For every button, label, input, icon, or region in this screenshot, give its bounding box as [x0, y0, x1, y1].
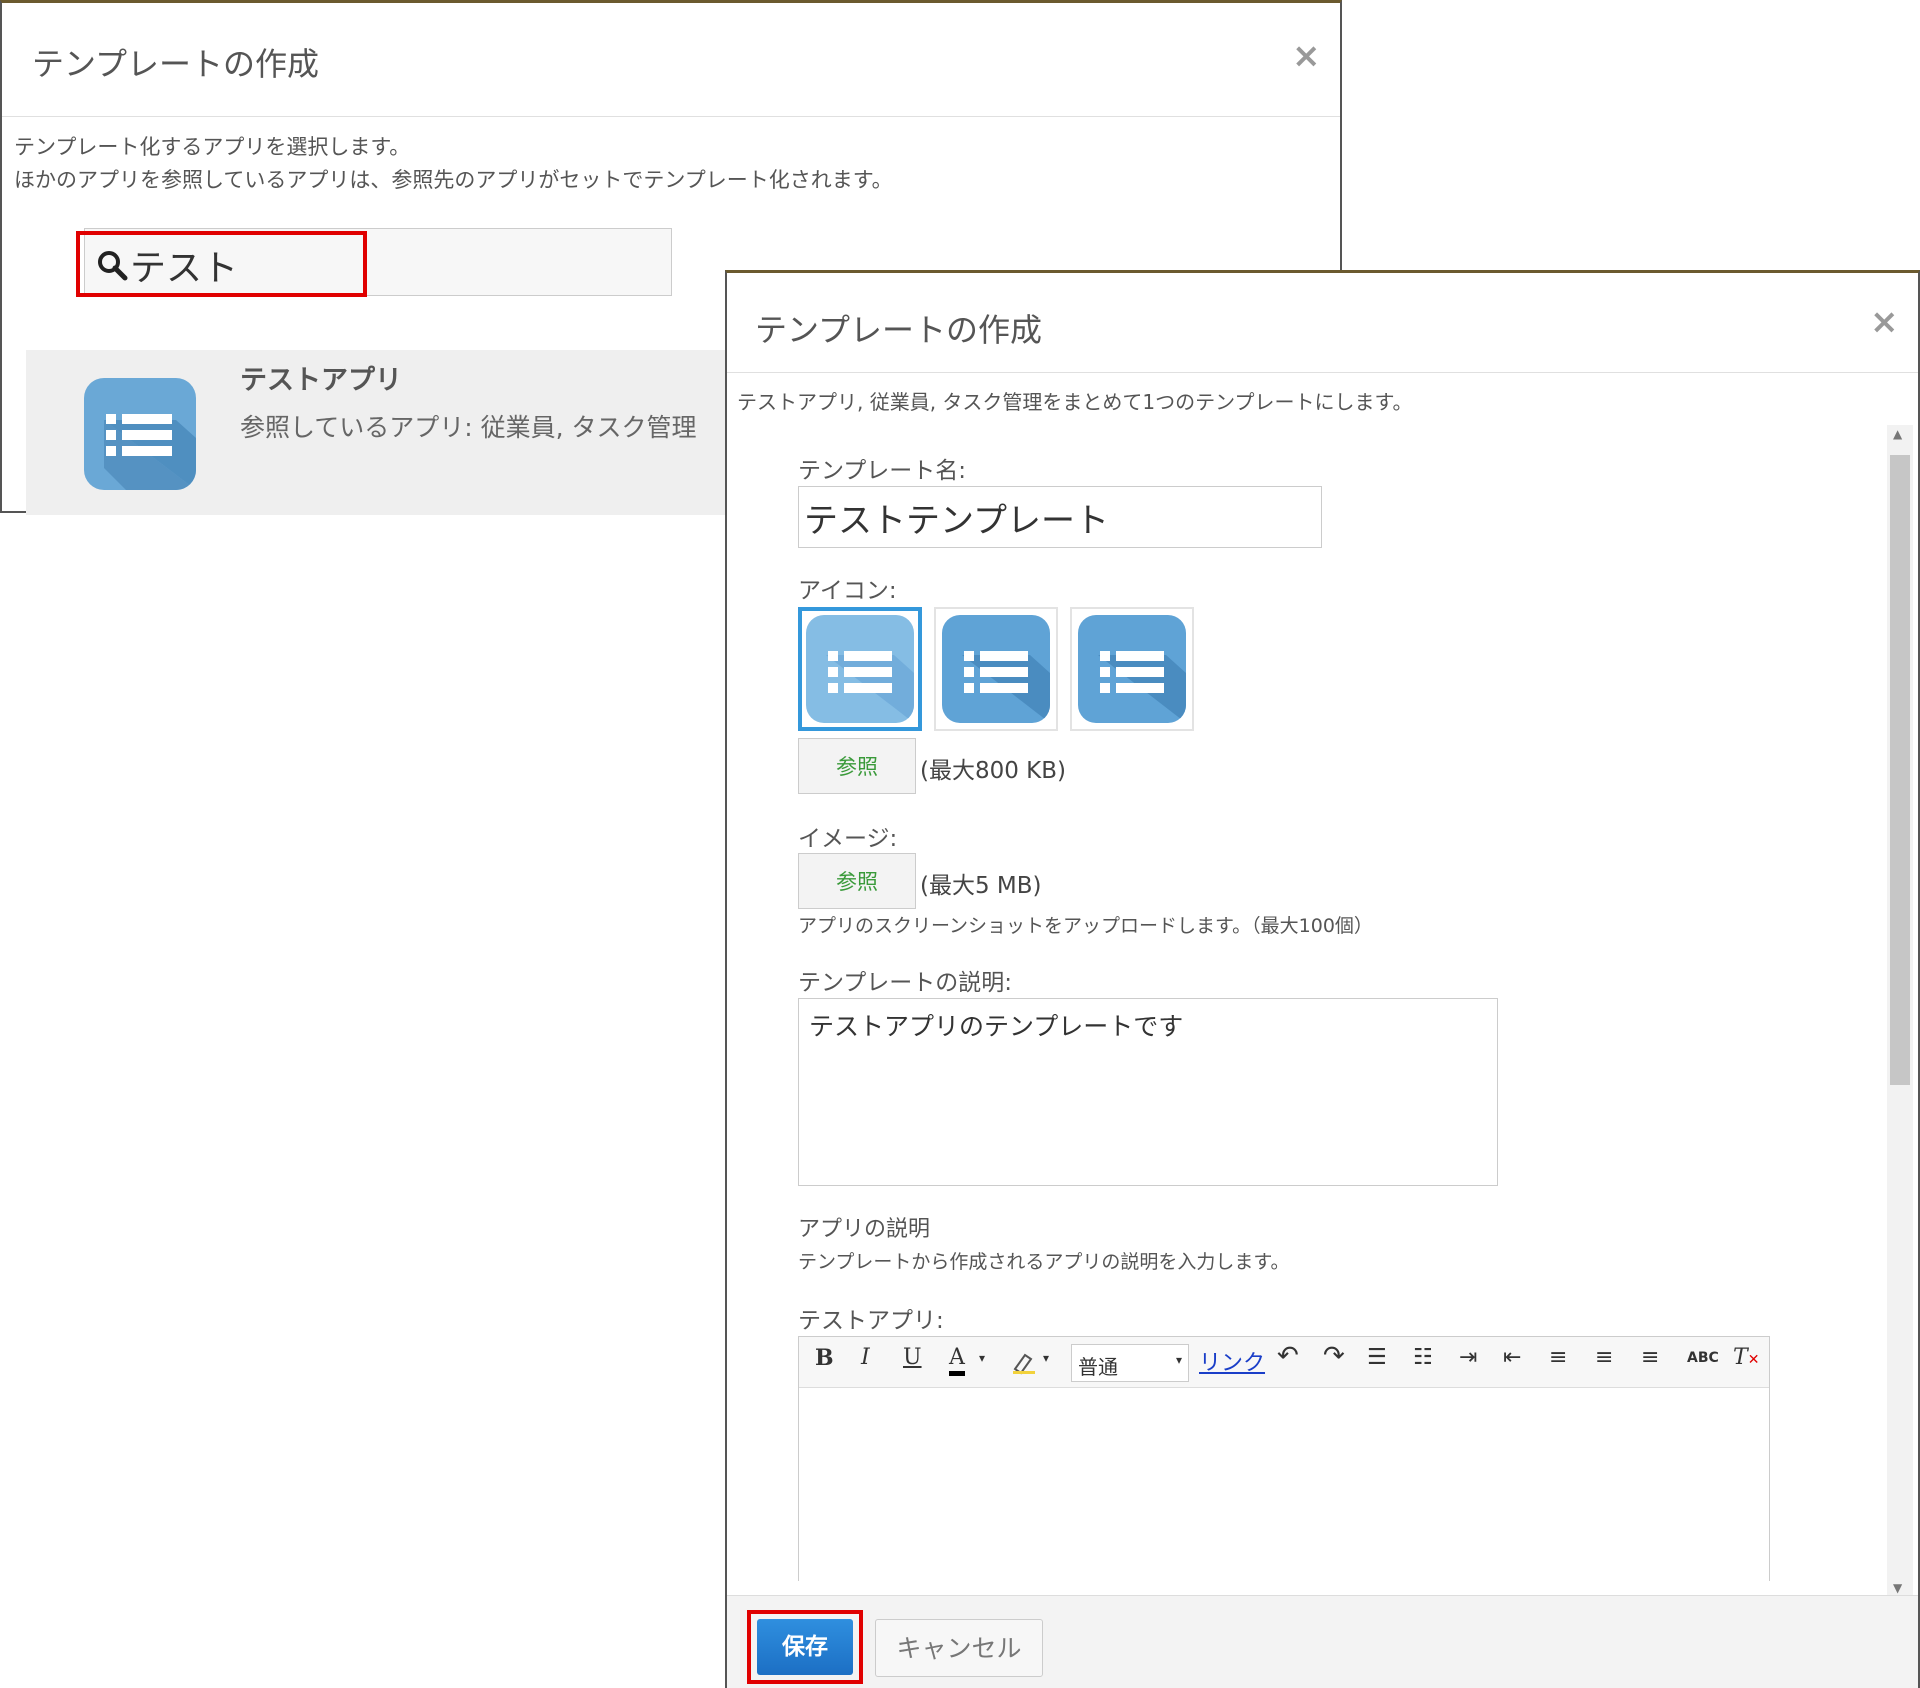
image-label: イメージ: — [798, 826, 898, 852]
icon-label: アイコン: — [798, 578, 897, 604]
instruction-text: テンプレート化するアプリを選択します。 — [14, 135, 411, 159]
intro-text: テストアプリ, 従業員, タスク管理をまとめて1つのテンプレートにします。 — [737, 390, 1413, 414]
italic-button[interactable]: I — [861, 1345, 870, 1370]
bold-button[interactable]: B — [815, 1345, 834, 1371]
clear-format-icon[interactable]: T✕ — [1733, 1345, 1759, 1370]
list-icon — [806, 615, 914, 723]
image-browse-button[interactable]: 参照 — [798, 853, 916, 909]
scrollbar[interactable]: ▲ ▼ — [1887, 425, 1913, 1597]
align-left-icon[interactable]: ≡ — [1549, 1345, 1567, 1370]
indent-icon[interactable]: ⇥ — [1459, 1345, 1477, 1370]
icon-size-note: (最大800 KB) — [920, 758, 1067, 784]
list-icon — [104, 414, 196, 490]
icon-choice-1[interactable] — [798, 607, 922, 731]
instruction-text-2: ほかのアプリを参照しているアプリは、参照先のアプリがセットでテンプレート化されま… — [14, 168, 893, 192]
format-select-value: 普通 — [1078, 1355, 1118, 1379]
link-button[interactable]: リンク — [1199, 1345, 1265, 1377]
scroll-down-icon[interactable]: ▼ — [1893, 1581, 1902, 1595]
icon-choice-3[interactable] — [1070, 607, 1194, 731]
underline-button[interactable]: U — [903, 1345, 922, 1370]
highlight-box — [747, 1610, 863, 1684]
list-icon — [942, 615, 1050, 723]
chevron-down-icon: ▾ — [1175, 1353, 1182, 1367]
format-select[interactable]: 普通 ▾ — [1071, 1344, 1189, 1382]
scroll-up-icon[interactable]: ▲ — [1893, 427, 1902, 441]
bullet-list-icon[interactable]: ☰ — [1367, 1345, 1387, 1370]
dialog-header: テンプレートの作成 × — [2, 3, 1340, 117]
chevron-down-icon[interactable]: ▾ — [979, 1351, 985, 1365]
app-references: 参照しているアプリ: 従業員, タスク管理 — [240, 413, 697, 442]
align-center-icon[interactable]: ≡ — [1595, 1345, 1613, 1370]
app-name: テストアプリ — [240, 365, 402, 396]
app-description-heading: アプリの説明 — [798, 1217, 931, 1242]
dialog-title: テンプレートの作成 — [755, 311, 1043, 349]
template-create-dialog: テンプレートの作成 × テストアプリ, 従業員, タスク管理をまとめて1つのテン… — [725, 270, 1920, 1688]
editor-toolbar: B I U A ▾ ▾ 普通 ▾ リンク ↶ ↷ ☰ ☷ ⇥ ⇤ ≡ ≡ ≡ A… — [799, 1337, 1769, 1388]
icon-choice-2[interactable] — [934, 607, 1058, 731]
highlight-color-icon[interactable] — [1011, 1349, 1037, 1375]
close-icon[interactable]: × — [1870, 305, 1899, 339]
cancel-button[interactable]: キャンセル — [875, 1619, 1043, 1677]
numbered-list-icon[interactable]: ☷ — [1413, 1345, 1433, 1370]
dialog-header: テンプレートの作成 × — [727, 273, 1918, 373]
redo-icon[interactable]: ↷ — [1323, 1341, 1345, 1371]
dialog-title: テンプレートの作成 — [32, 45, 320, 83]
icon-browse-button[interactable]: 参照 — [798, 738, 916, 794]
spellcheck-button[interactable]: ABC — [1687, 1350, 1719, 1366]
app-description-app-label: テストアプリ: — [798, 1308, 944, 1334]
dialog-footer: 保存 キャンセル — [727, 1595, 1918, 1688]
template-name-label: テンプレート名: — [798, 458, 967, 484]
chevron-down-icon[interactable]: ▾ — [1043, 1351, 1049, 1365]
image-size-note: (最大5 MB) — [920, 873, 1042, 899]
close-icon[interactable]: × — [1292, 39, 1321, 73]
scrollbar-thumb[interactable] — [1890, 455, 1910, 1085]
outdent-icon[interactable]: ⇤ — [1503, 1345, 1521, 1370]
app-description-hint: テンプレートから作成されるアプリの説明を入力します。 — [798, 1251, 1290, 1273]
list-icon — [1078, 615, 1186, 723]
description-label: テンプレートの説明: — [798, 970, 1013, 996]
list-app-icon — [84, 378, 196, 490]
font-color-button[interactable]: A — [949, 1345, 965, 1376]
highlight-box — [76, 231, 367, 297]
align-right-icon[interactable]: ≡ — [1641, 1345, 1659, 1370]
undo-icon[interactable]: ↶ — [1277, 1341, 1299, 1371]
template-name-input[interactable]: テストテンプレート — [798, 486, 1322, 548]
description-textarea[interactable]: テストアプリのテンプレートです — [798, 998, 1498, 1186]
image-hint: アプリのスクリーンショットをアップロードします。（最大100個） — [798, 915, 1373, 937]
rich-text-editor[interactable]: B I U A ▾ ▾ 普通 ▾ リンク ↶ ↷ ☰ ☷ ⇥ ⇤ ≡ ≡ ≡ A… — [798, 1336, 1770, 1581]
